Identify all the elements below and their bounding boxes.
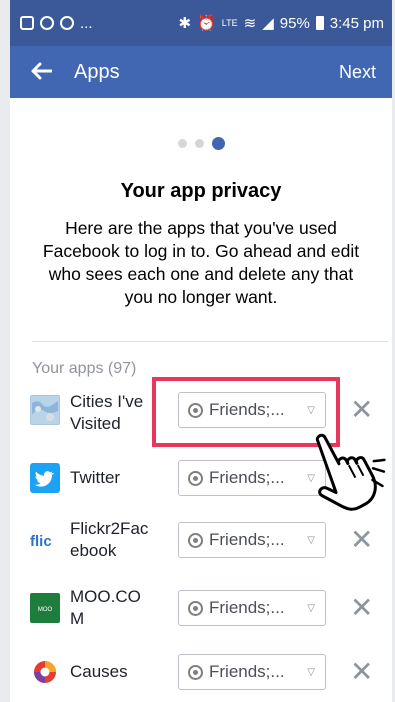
app-name: Causes — [70, 662, 128, 681]
audience-select[interactable]: Friends;... ▽ — [178, 654, 326, 690]
remove-app-button[interactable]: ✕ — [350, 526, 373, 554]
signal-icon: ◢ — [262, 15, 274, 32]
pager-dot — [194, 138, 204, 148]
wifi-icon: ≋ — [243, 15, 257, 32]
phone-screen: ... ✱ ⏰ LTE ≋ ◢ 95% 3:45 pm Apps Next Yo — [10, 0, 392, 702]
pager-dot-active — [211, 136, 225, 150]
back-arrow-icon[interactable] — [30, 58, 64, 84]
pager-dots — [10, 136, 392, 150]
twitter-bird-icon — [30, 463, 60, 493]
audience-select[interactable]: Friends;... ▽ — [178, 522, 326, 558]
gear-icon — [188, 470, 203, 486]
bluetooth-icon: ✱ — [178, 15, 192, 32]
audience-value: Friends;... — [209, 530, 285, 549]
audience-value: Friends;... — [209, 598, 285, 617]
content: Your app privacy Here are the apps that … — [10, 98, 392, 378]
clock: 3:45 pm — [329, 14, 384, 32]
privacy-description: Here are the apps that you've used Faceb… — [42, 218, 360, 307]
battery-percent: 95% — [279, 14, 310, 32]
divider — [32, 341, 388, 342]
image-notification-icon — [20, 16, 34, 30]
chevron-down-icon: ▽ — [307, 534, 315, 546]
alarm-icon: ⏰ — [197, 15, 216, 32]
next-button[interactable]: Next — [339, 62, 376, 83]
chevron-down-icon: ▽ — [307, 602, 315, 614]
privacy-title: Your app privacy — [120, 180, 282, 202]
moo-icon: MOO — [30, 593, 60, 623]
svg-text:MOO: MOO — [38, 607, 53, 613]
apps-section-label: Your apps (97) — [32, 360, 137, 377]
flickr-icon: flic — [30, 525, 60, 555]
gear-icon — [188, 600, 203, 616]
battery-icon — [315, 16, 324, 30]
app-name: Twitter — [70, 468, 121, 487]
status-bar: ... ✱ ⏰ LTE ≋ ◢ 95% 3:45 pm — [10, 0, 392, 46]
nav-bar: Apps Next — [10, 46, 392, 98]
audience-value: Friends;... — [209, 662, 285, 681]
app-row-causes: Causes Friends;... ▽ ✕ — [10, 644, 392, 700]
status-right: ✱ ⏰ LTE ≋ ◢ 95% 3:45 pm — [178, 14, 384, 33]
audience-select[interactable]: Friends;... ▽ — [178, 590, 326, 626]
hand-pointer-icon — [315, 433, 386, 511]
back-arrow-svg — [31, 62, 53, 80]
gear-icon — [188, 532, 203, 548]
remove-app-button[interactable]: ✕ — [350, 658, 373, 686]
app-name: MOO.CO M — [70, 587, 141, 628]
causes-icon — [34, 661, 56, 683]
app-row-flickr: flic Flickr2Fac ebook Friends;... ▽ ✕ — [10, 512, 392, 568]
sync-notification-icon — [60, 16, 74, 30]
app-name: Flickr2Fac ebook — [70, 519, 149, 560]
page-title: Apps — [74, 60, 120, 83]
audience-value: Friends;... — [209, 468, 285, 487]
pager-dot — [177, 138, 187, 148]
svg-text:flic: flic — [30, 533, 52, 550]
chevron-down-icon: ▽ — [307, 666, 315, 678]
volte-icon: LTE — [221, 17, 238, 28]
cities-map-icon — [30, 395, 60, 425]
gear-icon — [188, 664, 203, 680]
status-left: ... — [20, 15, 93, 32]
app-row-moo: MOO MOO.CO M Friends;... ▽ ✕ — [10, 580, 392, 636]
remove-app-button[interactable]: ✕ — [350, 594, 373, 622]
whatsapp-notification-icon — [40, 16, 54, 30]
status-overflow: ... — [80, 14, 93, 32]
